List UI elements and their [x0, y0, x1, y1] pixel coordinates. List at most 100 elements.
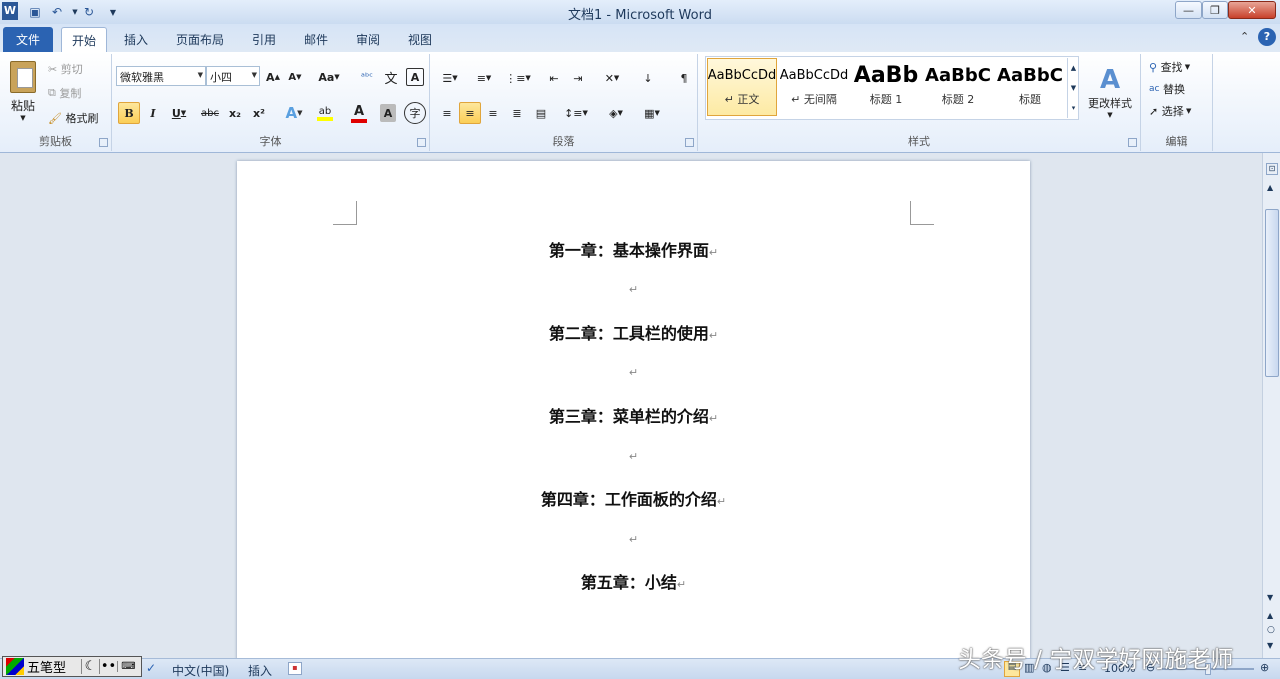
minimize-ribbon-icon[interactable]: ⌃: [1240, 30, 1249, 43]
empty-paragraph[interactable]: ↵: [237, 450, 1030, 463]
text-effects-button[interactable]: A ▼: [280, 102, 308, 124]
character-shading-icon[interactable]: A: [380, 104, 396, 122]
ruler-toggle-icon[interactable]: ⊡: [1266, 163, 1278, 175]
chapter-heading[interactable]: 第二章：工具栏的使用↵: [237, 320, 1030, 344]
style-normal[interactable]: AaBbCcDd ↵ 正文: [707, 58, 777, 116]
shrink-font-button[interactable]: A ▼: [286, 68, 304, 86]
tab-file[interactable]: 文件: [3, 27, 53, 52]
sort-icon[interactable]: ↓: [638, 68, 658, 88]
dialog-launcher-icon[interactable]: [1128, 138, 1137, 147]
borders-button[interactable]: ▦ ▼: [638, 102, 666, 124]
help-icon[interactable]: ?: [1258, 28, 1276, 46]
previous-page-icon[interactable]: ▲: [1267, 611, 1273, 620]
enclose-characters-icon[interactable]: 字: [404, 102, 426, 124]
grow-font-button[interactable]: A ▲: [264, 68, 282, 86]
find-button[interactable]: ⚲ 查找 ▼: [1149, 58, 1190, 76]
bold-button[interactable]: B: [118, 102, 140, 124]
shading-button[interactable]: ◈ ▼: [602, 102, 630, 124]
ime-toolbar[interactable]: 五笔型 ☾ •• ⌨: [2, 656, 142, 677]
justify-icon[interactable]: ≣: [506, 102, 528, 124]
character-border-icon[interactable]: A: [406, 68, 424, 86]
align-right-icon[interactable]: ≡: [482, 102, 504, 124]
tab-review[interactable]: 审阅: [346, 27, 390, 52]
italic-button[interactable]: I: [142, 102, 164, 124]
clear-formatting-icon[interactable]: ᵃᵇᶜ: [358, 68, 376, 86]
italic-label: I: [150, 106, 156, 120]
zoom-in-icon[interactable]: ⊕: [1260, 661, 1269, 674]
tab-home[interactable]: 开始: [61, 27, 108, 52]
increase-indent-icon[interactable]: ⇥: [568, 68, 588, 88]
gallery-scroll[interactable]: ▲ ▼ ▾: [1067, 58, 1079, 118]
style-heading-1[interactable]: AaBb 标题 1: [851, 58, 921, 116]
paragraph-group: ☰ ▼ ≡ ▼ ⋮≡ ▼ ⇤ ⇥ ✕ ▼ ↓ ¶ ≡ ≡ ≡ ≣ ▤ ↕≡ ▼ ◈ ▼ ▦ ▼…: [430, 54, 698, 151]
paste-button[interactable]: 粘贴 ▼: [4, 56, 42, 126]
multilevel-list-button[interactable]: ⋮≡ ▼: [504, 68, 532, 88]
browse-object-icon[interactable]: ○: [1267, 625, 1275, 635]
chapter-heading[interactable]: 第四章：工作面板的介绍↵: [237, 486, 1030, 510]
distributed-icon[interactable]: ▤: [530, 102, 552, 124]
half-width-moon-icon[interactable]: ☾: [81, 659, 99, 674]
change-styles-button[interactable]: A 更改样式 ▼: [1084, 56, 1136, 128]
font-name-combo[interactable]: 微软雅黑 ▼: [116, 66, 206, 86]
font-size-combo[interactable]: 小四 ▼: [206, 66, 260, 86]
scroll-down-arrow-icon[interactable]: ▼: [1267, 593, 1273, 602]
show-marks-icon[interactable]: ¶: [674, 68, 694, 88]
dialog-launcher-icon[interactable]: [685, 138, 694, 147]
subscript-button[interactable]: x₂: [224, 102, 246, 124]
soft-keyboard-icon[interactable]: ⌨: [117, 661, 139, 672]
close-button[interactable]: ✕: [1228, 1, 1276, 19]
style-name: 标题: [1019, 93, 1041, 106]
cut-button[interactable]: ✂ 剪切: [48, 60, 83, 78]
scroll-up-arrow-icon[interactable]: ▲: [1267, 183, 1273, 192]
language-indicator[interactable]: 中文(中国): [172, 662, 229, 679]
next-page-icon[interactable]: ▼: [1267, 641, 1273, 650]
tab-insert[interactable]: 插入: [114, 27, 158, 52]
line-spacing-button[interactable]: ↕≡ ▼: [562, 102, 590, 124]
highlight-color-button[interactable]: ab: [310, 102, 340, 124]
select-button[interactable]: ➚ 选择 ▼: [1149, 102, 1191, 120]
chapter-heading[interactable]: 第三章：菜单栏的介绍↵: [237, 403, 1030, 427]
tab-mailings[interactable]: 邮件: [294, 27, 338, 52]
minimize-button[interactable]: —: [1175, 1, 1202, 19]
strikethrough-button[interactable]: abc: [198, 102, 222, 124]
dialog-launcher-icon[interactable]: [99, 138, 108, 147]
restore-button[interactable]: ❐: [1202, 1, 1228, 19]
empty-paragraph[interactable]: ↵: [237, 366, 1030, 379]
phonetic-guide-icon[interactable]: 文: [382, 68, 400, 87]
format-painter-button[interactable]: 🖌 格式刷: [48, 109, 98, 127]
superscript-button[interactable]: x²: [248, 102, 270, 124]
macro-record-icon[interactable]: ▪: [288, 662, 302, 675]
dialog-launcher-icon[interactable]: [417, 138, 426, 147]
paragraph-mark: ↵: [628, 533, 639, 546]
empty-paragraph[interactable]: ↵: [237, 533, 1030, 546]
font-color-button[interactable]: A: [344, 102, 374, 124]
style-title[interactable]: AaBbC 标题: [995, 58, 1065, 116]
style-no-spacing[interactable]: AaBbCcDd ↵ 无间隔: [779, 58, 849, 116]
paragraph-mark: ↵: [628, 366, 639, 379]
tab-references[interactable]: 引用: [242, 27, 286, 52]
copy-button[interactable]: ⧉ 复制: [48, 84, 81, 102]
align-left-icon[interactable]: ≡: [436, 102, 458, 124]
underline-button[interactable]: U ▼: [166, 102, 192, 124]
proofing-icon[interactable]: ✓: [146, 661, 156, 675]
numbering-button[interactable]: ≡ ▼: [470, 68, 498, 88]
empty-paragraph[interactable]: ↵: [237, 283, 1030, 296]
paragraph-mark: ↵: [708, 412, 719, 425]
bullets-button[interactable]: ☰ ▼: [436, 68, 464, 88]
punctuation-icon[interactable]: ••: [99, 659, 117, 674]
chapter-heading[interactable]: 第五章：小结↵: [237, 569, 1030, 593]
document-page[interactable]: 第一章：基本操作界面↵ ↵ 第二章：工具栏的使用↵ ↵ 第三章：菜单栏的介绍↵ …: [237, 161, 1030, 679]
decrease-indent-icon[interactable]: ⇤: [544, 68, 564, 88]
chinese-layout-button[interactable]: ✕ ▼: [598, 68, 626, 88]
align-center-icon[interactable]: ≡: [459, 102, 481, 124]
scroll-thumb[interactable]: [1265, 209, 1279, 377]
chapter-heading[interactable]: 第一章：基本操作界面↵: [237, 237, 1030, 261]
chevron-down-icon: ▼: [251, 71, 257, 79]
replace-button[interactable]: ac 替换: [1149, 80, 1185, 98]
change-case-button[interactable]: Aa ▼: [316, 68, 342, 86]
tab-view[interactable]: 视图: [398, 27, 442, 52]
vertical-scrollbar[interactable]: ⊡ ▲ ▼ ▲ ○ ▼: [1262, 153, 1280, 658]
insert-mode-indicator[interactable]: 插入: [248, 662, 272, 679]
style-heading-2[interactable]: AaBbC 标题 2: [923, 58, 993, 116]
tab-page-layout[interactable]: 页面布局: [166, 27, 234, 52]
